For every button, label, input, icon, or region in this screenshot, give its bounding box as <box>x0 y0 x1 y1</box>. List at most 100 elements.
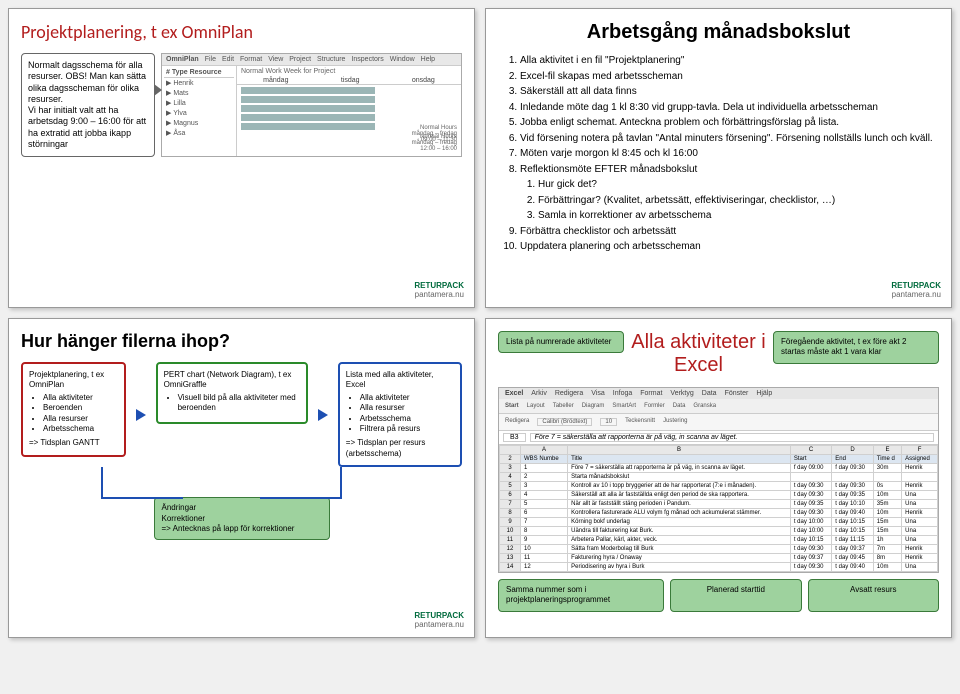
menu-item: Arkiv <box>531 390 547 397</box>
slide-3: Hur hänger filerna ihop? Projektplanerin… <box>8 318 475 638</box>
workflow-list: Alla aktivitet i en fil "Projektplanerin… <box>498 54 939 254</box>
slide1-callout: Normalt dagsschema för alla resurser. OB… <box>21 53 155 157</box>
bullet: Beroenden <box>43 403 118 413</box>
tab: SmartArt <box>612 403 636 409</box>
slide2-title: Arbetsgång månadsbokslut <box>498 21 939 44</box>
bullet: Arbetsschema <box>360 414 454 424</box>
menu-item: View <box>268 56 283 63</box>
omniplan-menu: OmniPlan File Edit Format View Project S… <box>162 54 461 66</box>
omniplan-mock: OmniPlan File Edit Format View Project S… <box>161 53 462 157</box>
side-header: # Type Resource <box>164 68 234 78</box>
menu-item: Project <box>289 56 311 63</box>
slide-4: Lista på numrerade aktiviteter Alla akti… <box>485 318 952 638</box>
col: onsdag <box>412 77 435 84</box>
resource: ▶ Lilla <box>164 98 234 108</box>
logo-sub: pantamera.nu <box>414 620 464 629</box>
callout-left: Lista på numrerade aktiviteter <box>498 331 624 353</box>
menu-item: Fönster <box>725 390 749 397</box>
menu-item: Inspectors <box>351 56 383 63</box>
list-item: Förbättra checklistor och arbetssätt <box>520 225 939 239</box>
menu-item: Window <box>390 56 415 63</box>
cell-ref: B3 <box>503 433 526 442</box>
list-item: Vid försening notera på tavlan "Antal mi… <box>520 132 939 146</box>
tab: Layout <box>527 403 545 409</box>
menu-item: Infoga <box>613 390 632 397</box>
excel-mock: Excel Arkiv Redigera Visa Infoga Format … <box>498 387 939 573</box>
group: Redigera <box>505 418 529 426</box>
list-item: Möten varje morgon kl 8:45 och kl 16:00 <box>520 147 939 161</box>
line: Korrektioner <box>162 514 322 524</box>
list-item: Excel-fil skapas med arbetsscheman <box>520 70 939 84</box>
changes-box: Ändringar Korrektioner => Antecknas på l… <box>154 497 330 540</box>
sub-item: Förbättringar? (Kvalitet, arbetssätt, ef… <box>538 194 939 208</box>
bottom-label-right: Avsatt resurs <box>808 579 939 612</box>
slide-2: Arbetsgång månadsbokslut Alla aktivitet … <box>485 8 952 308</box>
callout-right: Föregående aktivitet, t ex före akt 2 st… <box>773 331 939 364</box>
list-item: Säkerställ att all data finns <box>520 85 939 99</box>
sub-item: Samla in korrektioner av arbetsschema <box>538 209 939 223</box>
menu-item: Hjälp <box>756 390 772 397</box>
bullet: Visuell bild på alla aktiviteter med ber… <box>178 393 300 414</box>
logo-sub: pantamera.nu <box>414 290 464 299</box>
menu-item: Redigera <box>555 390 583 397</box>
tab: Tabeller <box>553 403 574 409</box>
col: måndag <box>263 77 288 84</box>
box-title: Projektplanering, t ex OmniPlan <box>29 370 118 391</box>
bullet: Alla aktiviteter <box>43 393 118 403</box>
arrow-icon <box>318 409 328 421</box>
list-item: Inledande möte dag 1 kl 8:30 vid grupp-t… <box>520 101 939 115</box>
spreadsheet: ABCDEF2WBS NumbeTitleStartEndTime dAssig… <box>499 445 938 572</box>
box-pert: PERT chart (Network Diagram), t ex OmniG… <box>156 362 308 424</box>
menu-item: Excel <box>505 390 523 397</box>
slide3-title: Hur hänger filerna ihop? <box>21 331 462 352</box>
col: tisdag <box>341 77 360 84</box>
slide-1: Projektplanering, t ex OmniPlan Normalt … <box>8 8 475 308</box>
resource-list: # Type Resource ▶ Henrik ▶ Mats ▶ Lilla … <box>162 66 237 156</box>
formula-bar: Före 7 = säkerställa att rapporterna är … <box>530 433 934 442</box>
logo: RETURPACK pantamera.nu <box>414 281 464 299</box>
font-name: Calibri (Brödtext) <box>537 418 592 426</box>
resource: ▶ Henrik <box>164 78 234 88</box>
menu-item: Help <box>421 56 435 63</box>
line: Ändringar <box>162 503 322 513</box>
group: Teckensnitt <box>625 418 655 426</box>
menu-item: Structure <box>317 56 345 63</box>
hours-label-2: Normal Hours måndag – fredag 12:00 – 16:… <box>412 134 457 152</box>
tab: Formler <box>644 403 665 409</box>
sub-item: Hur gick det? <box>538 178 939 192</box>
tab: Granska <box>693 403 716 409</box>
resource: ▶ Ylva <box>164 108 234 118</box>
bullet: Alla resurser <box>43 414 118 424</box>
box-title: PERT chart (Network Diagram), t ex OmniG… <box>164 370 300 391</box>
box-omniplan: Projektplanering, t ex OmniPlan Alla akt… <box>21 362 126 457</box>
box-title: Lista med alla aktiviteter, Excel <box>346 370 454 391</box>
list-item: Jobba enligt schemat. Anteckna problem o… <box>520 116 939 130</box>
logo: RETURPACK pantamera.nu <box>891 281 941 299</box>
logo-brand: RETURPACK <box>414 281 464 290</box>
slide4-title: Alla aktiviteter i Excel <box>630 331 767 377</box>
bottom-label-left: Samma nummer som i projektplaneringsprog… <box>498 579 664 612</box>
tab: Data <box>673 403 686 409</box>
list-item: Alla aktivitet i en fil "Projektplanerin… <box>520 54 939 68</box>
logo-sub: pantamera.nu <box>891 290 941 299</box>
bottom-label-mid: Planerad starttid <box>670 579 801 612</box>
menu-item: OmniPlan <box>166 56 199 63</box>
group: Justering <box>663 418 687 426</box>
menu-item: Edit <box>222 56 234 63</box>
resource: ▶ Åsa <box>164 128 234 138</box>
box-foot: => Tidsplan GANTT <box>29 438 118 448</box>
list-item: Reflektionsmöte EFTER månadsbokslut Hur … <box>520 163 939 223</box>
menu-item: File <box>205 56 216 63</box>
bullet: Alla resurser <box>360 403 454 413</box>
menu-item: Visa <box>591 390 605 397</box>
resource: ▶ Mats <box>164 88 234 98</box>
bullet: Alla aktiviteter <box>360 393 454 403</box>
slide1-title: Projektplanering, t ex OmniPlan <box>21 21 462 43</box>
logo-brand: RETURPACK <box>414 611 464 620</box>
menu-item: Format <box>640 390 662 397</box>
tab: Diagram <box>582 403 605 409</box>
ribbon-tabs: Start Layout Tabeller Diagram SmartArt F… <box>499 399 938 414</box>
list-item: Uppdatera planering och arbetsscheman <box>520 240 939 254</box>
menu-item: Verktyg <box>670 390 693 397</box>
excel-appmenu: Excel Arkiv Redigera Visa Infoga Format … <box>499 388 938 399</box>
